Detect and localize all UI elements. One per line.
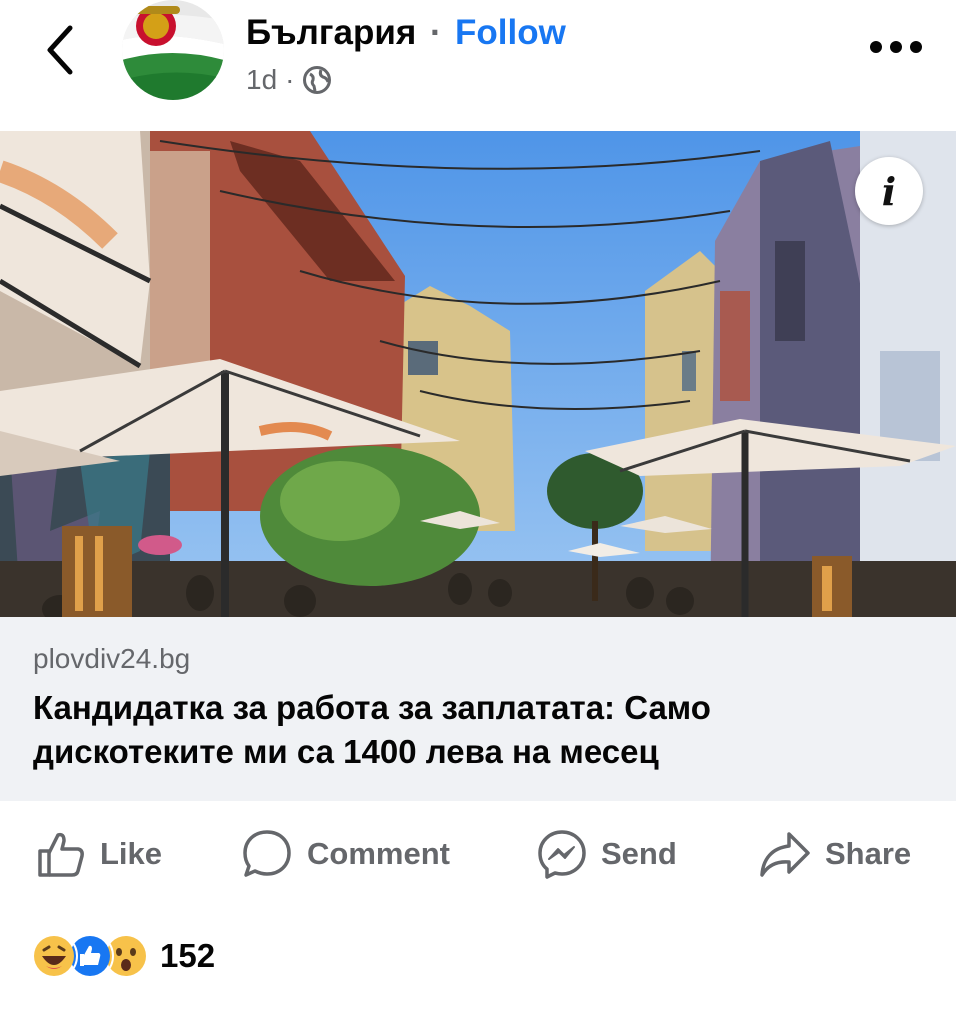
like-label: Like (100, 836, 163, 871)
post-image[interactable] (0, 131, 956, 617)
send-button[interactable]: Send (537, 822, 677, 886)
globe-icon (303, 66, 332, 94)
messenger-icon (538, 830, 586, 879)
page-name[interactable]: България (246, 12, 416, 54)
like-button[interactable]: Like (36, 822, 162, 886)
post-meta: 1d · (246, 62, 332, 98)
reaction-count: 152 (160, 937, 216, 974)
meta-dot: · (285, 64, 295, 95)
info-icon[interactable]: i (855, 157, 923, 225)
reactions-summary[interactable]: 152 (30, 932, 215, 980)
share-arrow-icon (760, 832, 810, 877)
page-avatar[interactable] (122, 0, 224, 100)
post-time[interactable]: 1d (246, 62, 277, 98)
thumbs-up-icon (38, 832, 84, 877)
send-label: Send (601, 836, 677, 871)
back-chevron-icon[interactable] (40, 22, 82, 78)
comment-bubble-icon (243, 830, 291, 877)
post-actions-bar: Like Comment Send Share (0, 822, 956, 886)
street-photo-illustration (0, 131, 956, 617)
link-domain: plovdiv24.bg (33, 643, 191, 674)
follow-button[interactable]: Follow (455, 12, 566, 54)
share-button[interactable]: Share (759, 822, 911, 886)
comment-label: Comment (307, 836, 450, 871)
comment-button[interactable]: Comment (241, 822, 450, 886)
link-headline: Кандидатка за работа за заплатата: Само … (33, 689, 711, 770)
separator-dot: · (430, 13, 442, 52)
more-options-icon[interactable] (868, 34, 924, 60)
link-preview-card[interactable]: plovdiv24.bg Кандидатка за работа за зап… (0, 617, 956, 801)
haha-emoji-icon (30, 932, 78, 980)
share-label: Share (825, 836, 912, 871)
